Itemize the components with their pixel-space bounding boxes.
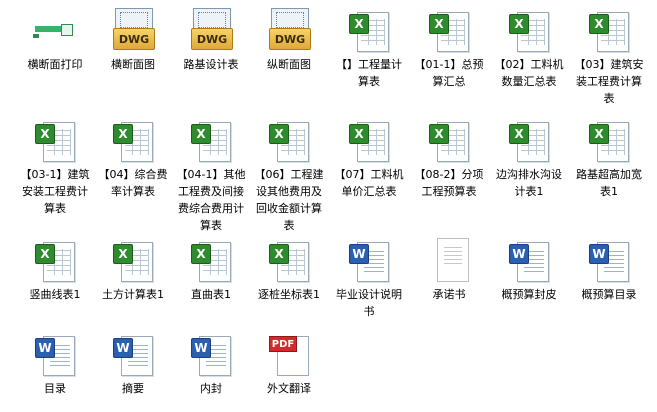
file-name: 横断面打印 xyxy=(27,58,83,71)
excel-file-icon: X xyxy=(585,6,633,54)
file-item[interactable]: X 【03】建筑安装工程费计算表 xyxy=(570,2,648,107)
file-item[interactable]: X 逐桩坐标表1 xyxy=(250,232,328,303)
excel-file-icon: X xyxy=(187,236,235,284)
file-name: 土方计算表1 xyxy=(102,288,164,301)
file-item[interactable]: PDF 外文翻译 xyxy=(250,326,328,397)
word-file-icon: W xyxy=(505,236,553,284)
file-item[interactable]: W 目录 xyxy=(16,326,94,397)
file-item[interactable]: X 【03-1】建筑安装工程费计算表 xyxy=(16,112,94,217)
file-name: 【06】工程建设其他费用及回收金额计算表 xyxy=(254,168,324,232)
dwg-file-icon: DWG xyxy=(265,6,313,54)
file-item[interactable]: DWG 横断面图 xyxy=(94,2,172,73)
file-name: 路基设计表 xyxy=(183,58,239,71)
file-item[interactable]: X 【04】综合费率计算表 xyxy=(94,112,172,200)
file-item[interactable]: W 概预算目录 xyxy=(570,232,648,303)
file-item[interactable]: X 【08-2】分项工程预算表 xyxy=(410,112,488,200)
file-name: 【03-1】建筑安装工程费计算表 xyxy=(20,168,90,215)
excel-file-icon: X xyxy=(425,116,473,164)
file-item[interactable]: X 边沟排水沟设计表1 xyxy=(490,112,568,200)
file-item[interactable]: X 【07】工料机单价汇总表 xyxy=(330,112,408,200)
excel-file-icon: X xyxy=(505,6,553,54)
file-name: 路基超高加宽表1 xyxy=(576,168,642,198)
file-name: 【07】工料机单价汇总表 xyxy=(334,168,404,198)
file-name: 竖曲线表1 xyxy=(29,288,81,301)
file-name: 直曲表1 xyxy=(191,288,231,301)
file-item[interactable]: 横断面打印 xyxy=(16,2,94,73)
file-name: 概预算封皮 xyxy=(501,288,557,301)
file-item[interactable]: X 【02】工料机数量汇总表 xyxy=(490,2,568,90)
excel-file-icon: X xyxy=(109,236,157,284)
excel-file-icon: X xyxy=(31,116,79,164)
excel-file-icon: X xyxy=(425,6,473,54)
file-name: 【】工程量计算表 xyxy=(336,58,402,88)
dwg-file-icon: DWG xyxy=(187,6,235,54)
file-item[interactable]: X 【01-1】总预算汇总 xyxy=(410,2,488,90)
word-file-icon: W xyxy=(585,236,633,284)
file-name: 目录 xyxy=(44,382,66,395)
scanned-document-icon xyxy=(425,236,473,284)
file-name: 【02】工料机数量汇总表 xyxy=(494,58,564,88)
word-file-icon: W xyxy=(109,330,157,378)
file-name: 承诺书 xyxy=(432,288,466,301)
excel-file-icon: X xyxy=(505,116,553,164)
file-name: 边沟排水沟设计表1 xyxy=(496,168,562,198)
file-item[interactable]: X 【】工程量计算表 xyxy=(330,2,408,90)
file-item[interactable]: 承诺书 xyxy=(410,232,488,303)
file-name: 【08-2】分项工程预算表 xyxy=(414,168,484,198)
file-name: 毕业设计说明书 xyxy=(336,288,402,318)
word-file-icon: W xyxy=(31,330,79,378)
excel-file-icon: X xyxy=(187,116,235,164)
file-name: 横断面图 xyxy=(111,58,155,71)
file-name: 【04】综合费率计算表 xyxy=(98,168,168,198)
file-name: 摘要 xyxy=(122,382,144,395)
file-name: 【03】建筑安装工程费计算表 xyxy=(574,58,644,105)
file-item[interactable]: DWG 路基设计表 xyxy=(172,2,250,73)
file-item[interactable]: X 竖曲线表1 xyxy=(16,232,94,303)
file-item[interactable]: X 土方计算表1 xyxy=(94,232,172,303)
excel-file-icon: X xyxy=(31,236,79,284)
file-item[interactable]: W 摘要 xyxy=(94,326,172,397)
excel-file-icon: X xyxy=(585,116,633,164)
file-name: 外文翻译 xyxy=(267,382,311,395)
file-name: 纵断面图 xyxy=(267,58,311,71)
file-item[interactable]: X 路基超高加宽表1 xyxy=(570,112,648,200)
excel-file-icon: X xyxy=(109,116,157,164)
word-file-icon: W xyxy=(345,236,393,284)
excel-file-icon: X xyxy=(265,236,313,284)
file-name: 【01-1】总预算汇总 xyxy=(414,58,484,88)
dwg-file-icon: DWG xyxy=(109,6,157,54)
print-file-icon xyxy=(31,6,79,54)
file-item[interactable]: DWG 纵断面图 xyxy=(250,2,328,73)
pdf-file-icon: PDF xyxy=(265,330,313,378)
excel-file-icon: X xyxy=(265,116,313,164)
file-item[interactable]: X 【04-1】其他工程费及间接费综合费用计算表 xyxy=(172,112,250,234)
word-file-icon: W xyxy=(187,330,235,378)
file-item[interactable]: X 直曲表1 xyxy=(172,232,250,303)
file-name: 逐桩坐标表1 xyxy=(258,288,320,301)
file-view: 横断面打印 DWG 横断面图 DWG 路基设计表 DWG 纵断面图 X 【】工程量计算表 X 【01… xyxy=(0,0,657,412)
file-name: 内封 xyxy=(200,382,222,395)
excel-file-icon: X xyxy=(345,6,393,54)
file-item[interactable]: W 毕业设计说明书 xyxy=(330,232,408,320)
file-item[interactable]: W 内封 xyxy=(172,326,250,397)
file-item[interactable]: W 概预算封皮 xyxy=(490,232,568,303)
file-name: 【04-1】其他工程费及间接费综合费用计算表 xyxy=(176,168,246,232)
excel-file-icon: X xyxy=(345,116,393,164)
file-item[interactable]: X 【06】工程建设其他费用及回收金额计算表 xyxy=(250,112,328,234)
file-name: 概预算目录 xyxy=(581,288,637,301)
